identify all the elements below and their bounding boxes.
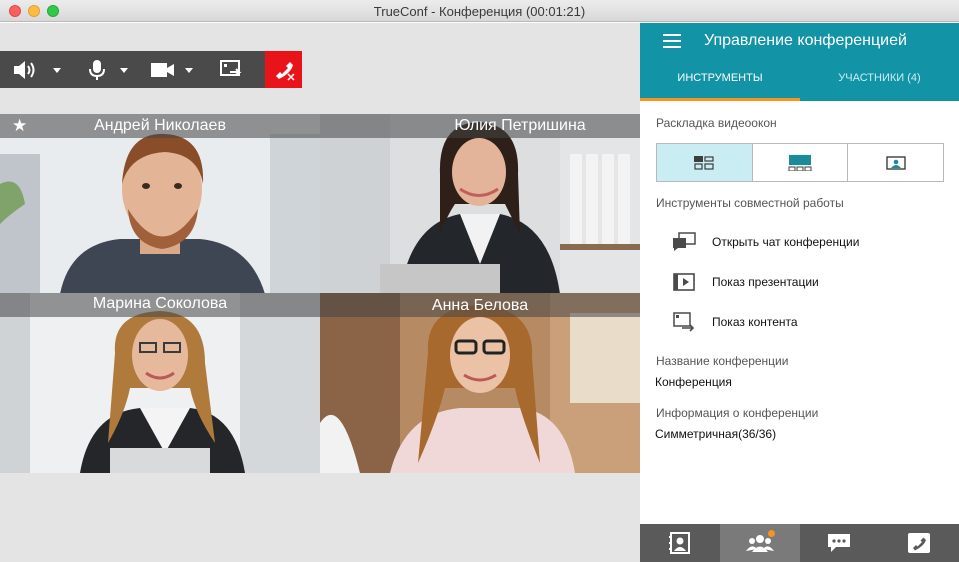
camera-button[interactable]: [146, 51, 198, 88]
video-tile[interactable]: ★ Андрей Николаев: [0, 114, 320, 294]
participant-name: Анна Белова: [431, 297, 529, 314]
microphone-icon: [89, 59, 128, 80]
tab-tools[interactable]: ИНСТРУМЕНТЫ: [640, 72, 800, 84]
share-screen-icon: [220, 59, 242, 76]
panel-bottom-bar: [640, 524, 959, 562]
conference-name-label: Название конференции: [656, 354, 789, 368]
tools-section-label: Инструменты совместной работы: [656, 196, 844, 210]
conference-management-panel: Управление конференцией ИНСТРУМЕНТЫ УЧАС…: [640, 23, 959, 562]
show-content-label: Показ контента: [712, 315, 798, 329]
participant-video-image: [0, 114, 320, 294]
open-chat-label: Открыть чат конференции: [712, 235, 860, 249]
chevron-down-icon: [185, 67, 193, 73]
single-layout-icon: [885, 155, 906, 170]
camera-icon: [151, 62, 193, 77]
conference-info-value: Симметричная(36/36): [655, 427, 777, 441]
participants-button[interactable]: [719, 524, 800, 562]
participant-name-bar: Марина Соколова: [0, 293, 320, 317]
participant-video-image: [320, 114, 640, 294]
video-tile[interactable]: Марина Соколова: [0, 293, 320, 473]
participant-name: Марина Соколова: [92, 295, 228, 312]
active-tab-indicator: [640, 98, 800, 101]
layout-option-single[interactable]: [848, 144, 943, 181]
contacts-button[interactable]: [640, 524, 720, 562]
layout-option-grid[interactable]: [657, 144, 753, 181]
show-presentation-label: Показ презентации: [712, 275, 819, 289]
presentation-icon: [672, 271, 696, 293]
microphone-button[interactable]: [80, 51, 132, 88]
chevron-down-icon: [120, 67, 128, 73]
hangup-icon: [275, 61, 295, 81]
show-presentation-button[interactable]: Показ презентации: [672, 271, 819, 293]
grid-layout-icon: [694, 155, 714, 170]
call-toolbar: [0, 51, 302, 88]
speaker-icon: [14, 60, 61, 79]
layout-selector: [656, 143, 944, 182]
participant-name-bar: Анна Белова: [320, 293, 640, 317]
call-icon: [908, 533, 931, 553]
chat-icon: [828, 534, 851, 552]
panel-title: Управление конференцией: [704, 32, 907, 49]
show-content-button[interactable]: Показ контента: [672, 311, 798, 333]
speaker-button[interactable]: [8, 51, 66, 88]
layout-section-label: Раскладка видеоокон: [656, 116, 777, 130]
open-chat-button[interactable]: Открыть чат конференции: [672, 231, 859, 253]
tab-participants[interactable]: УЧАСТНИКИ (4): [800, 72, 959, 84]
conference-info-label: Информация о конференции: [656, 406, 819, 420]
panel-header: Управление конференцией ИНСТРУМЕНТЫ УЧАС…: [640, 23, 959, 101]
participant-name: Андрей Николаев: [94, 117, 226, 134]
speaker-layout-icon: [788, 154, 812, 171]
window-titlebar: TrueConf - Конференция (00:01:21): [0, 0, 959, 22]
menu-icon[interactable]: [663, 34, 681, 48]
participant-video-image: [320, 293, 640, 473]
conference-name-value: Конференция: [655, 375, 732, 389]
notification-badge: [767, 530, 775, 537]
chat-button[interactable]: [800, 524, 880, 562]
hangup-button[interactable]: [265, 51, 302, 88]
video-tile[interactable]: Юлия Петришина: [320, 114, 640, 294]
video-tile[interactable]: Анна Белова: [320, 293, 640, 473]
share-screen-button[interactable]: [212, 51, 250, 88]
chat-icon: [672, 231, 696, 253]
call-button[interactable]: [879, 524, 959, 562]
participant-name: Юлия Петришина: [454, 117, 586, 134]
layout-option-speaker[interactable]: [753, 144, 849, 181]
participant-name-bar: ★ Андрей Николаев: [0, 114, 320, 138]
conference-area: ★ Андрей Николаев Юлия Петришина Марина …: [0, 23, 640, 562]
participant-video-image: [0, 293, 320, 473]
content-share-icon: [672, 311, 696, 333]
contacts-icon: [668, 532, 690, 554]
participant-name-bar: Юлия Петришина: [320, 114, 640, 138]
chevron-down-icon: [53, 67, 61, 73]
window-title: TrueConf - Конференция (00:01:21): [373, 4, 586, 19]
